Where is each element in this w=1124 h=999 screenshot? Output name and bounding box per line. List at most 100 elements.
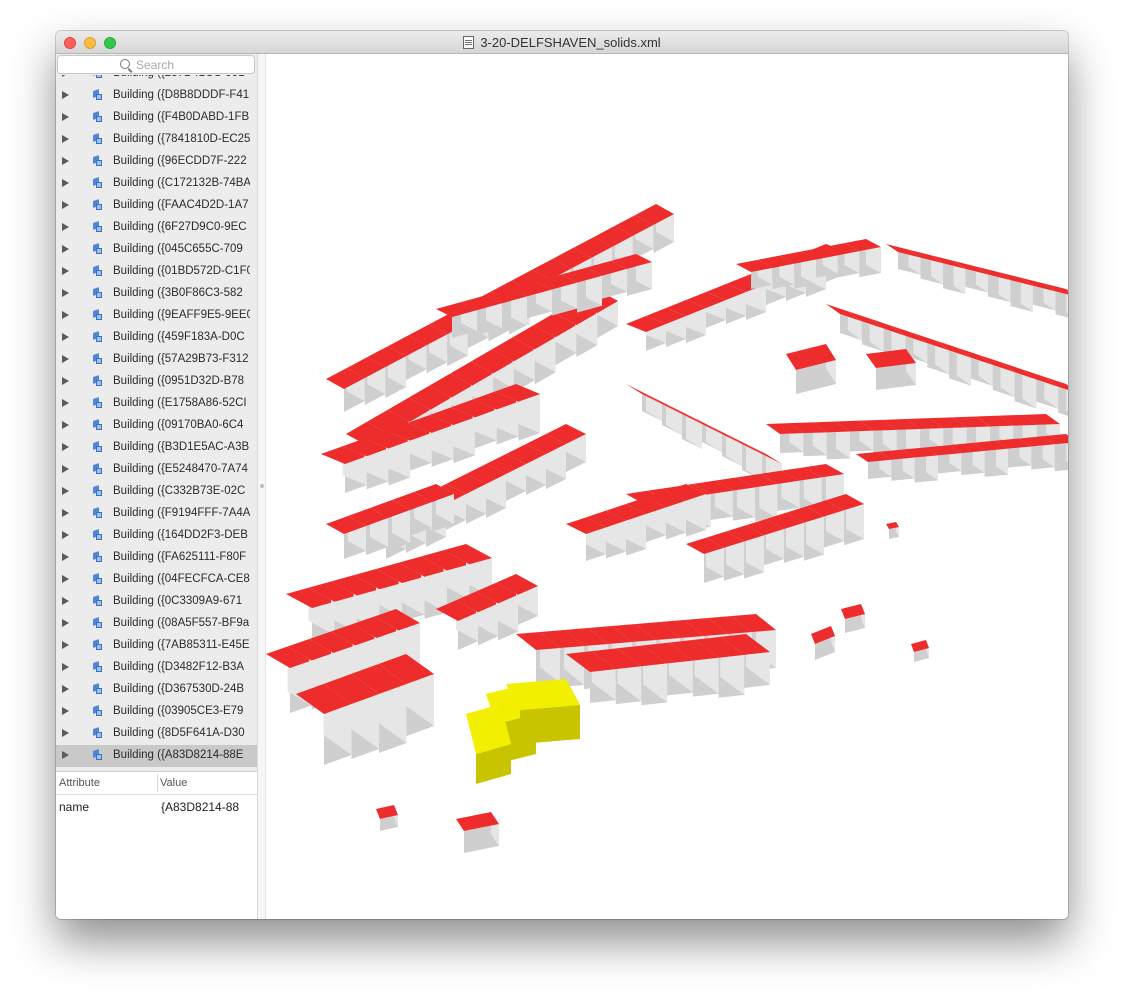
tree-item-building[interactable]: Building ({6F27D9C0-9EC — [56, 217, 257, 239]
tree-item-label: Building ({D8B8DDDF-F41 — [113, 89, 250, 101]
disclosure-triangle-icon[interactable] — [62, 729, 69, 737]
disclosure-triangle-icon[interactable] — [62, 619, 69, 627]
disclosure-triangle-icon[interactable] — [62, 663, 69, 671]
disclosure-triangle-icon[interactable] — [62, 531, 69, 539]
building-icon — [92, 332, 102, 343]
tree-item-building[interactable]: Building ({96ECDD7F-222 — [56, 151, 257, 173]
disclosure-triangle-icon[interactable] — [62, 707, 69, 715]
tree-item-building[interactable]: Building ({8D5F641A-D30 — [56, 723, 257, 745]
tree-item-building[interactable]: Building ({164DD2F3-DEB — [56, 525, 257, 547]
tree-item-building[interactable]: Building ({0C3309A9-671 — [56, 591, 257, 613]
disclosure-triangle-icon[interactable] — [62, 421, 69, 429]
tree-item-building[interactable]: Building ({3B0F86C3-582 — [56, 283, 257, 305]
disclosure-triangle-icon[interactable] — [62, 751, 69, 759]
3d-viewport[interactable] — [266, 54, 1068, 919]
disclosure-triangle-icon[interactable] — [62, 201, 69, 209]
disclosure-triangle-icon[interactable] — [62, 245, 69, 253]
disclosure-triangle-icon[interactable] — [62, 575, 69, 583]
tree-item-building[interactable]: Building ({045C655C-709 — [56, 239, 257, 261]
attribute-table: Attribute Value name {A83D8214-88 — [56, 771, 257, 919]
tree-item-label: Building ({01BD572D-C1F0 — [113, 265, 250, 277]
tree-item-label: Building ({04FECFCA-CE8 — [113, 573, 250, 585]
disclosure-triangle-icon[interactable] — [62, 465, 69, 473]
building-icon — [92, 266, 102, 277]
disclosure-triangle-icon[interactable] — [62, 355, 69, 363]
tree-item-label: Building ({6F27D9C0-9EC — [113, 221, 247, 233]
tree-item-building[interactable]: Building ({459F183A-D0C — [56, 327, 257, 349]
tree-item-building[interactable]: Building ({F9194FFF-7A4A — [56, 503, 257, 525]
tree-item-label: Building ({03905CE3-E79 — [113, 705, 244, 717]
disclosure-triangle-icon[interactable] — [62, 113, 69, 121]
disclosure-triangle-icon[interactable] — [62, 179, 69, 187]
search-input[interactable] — [136, 57, 246, 73]
tree-item-label: Building ({FA625111-F80F — [113, 551, 247, 563]
disclosure-triangle-icon[interactable] — [62, 75, 69, 77]
tree-item-building[interactable]: Building ({A83D8214-88E — [56, 745, 257, 767]
disclosure-triangle-icon[interactable] — [62, 641, 69, 649]
tree-item-label: Building ({E1758A86-52CI — [113, 397, 247, 409]
building-icon — [92, 200, 102, 211]
tree-item-building[interactable]: Building ({09170BA0-6C4 — [56, 415, 257, 437]
building-icon — [92, 288, 102, 299]
tree-item-building[interactable]: Building ({FAAC4D2D-1A7 — [56, 195, 257, 217]
tree-item-label: Building ({D3482F12-B3A — [113, 661, 245, 673]
disclosure-triangle-icon[interactable] — [62, 311, 69, 319]
tree-item-building[interactable]: Building ({57A29B73-F312 — [56, 349, 257, 371]
attribute-row[interactable]: name {A83D8214-88 — [56, 795, 257, 817]
split-view-divider[interactable] — [257, 54, 266, 919]
disclosure-triangle-icon[interactable] — [62, 487, 69, 495]
tree-item-building[interactable]: Building ({237D41CC-991 — [56, 75, 257, 85]
tree-item-building[interactable]: Building ({D367530D-24B — [56, 679, 257, 701]
tree-item-label: Building ({8D5F641A-D30 — [113, 727, 245, 739]
disclosure-triangle-icon[interactable] — [62, 509, 69, 517]
tree-item-building[interactable]: Building ({D8B8DDDF-F41 — [56, 85, 257, 107]
tree-item-building[interactable]: Building ({0951D32D-B78 — [56, 371, 257, 393]
city-model-render[interactable] — [266, 54, 1068, 919]
building-icon — [92, 398, 102, 409]
disclosure-triangle-icon[interactable] — [62, 399, 69, 407]
tree-item-label: Building ({9EAFF9E5-9EE0 — [113, 309, 250, 321]
window-title: 3-20-DELFSHAVEN_solids.xml — [56, 31, 1068, 54]
tree-item-building[interactable]: Building ({7AB85311-E45E — [56, 635, 257, 657]
tree-item-building[interactable]: Building ({C332B73E-02C — [56, 481, 257, 503]
tree-item-label: Building ({3B0F86C3-582 — [113, 287, 243, 299]
search-field[interactable] — [57, 55, 255, 74]
tree-item-building[interactable]: Building ({F4B0DABD-1FB — [56, 107, 257, 129]
building-icon — [92, 596, 102, 607]
tree-item-building[interactable]: Building ({D3482F12-B3A — [56, 657, 257, 679]
disclosure-triangle-icon[interactable] — [62, 333, 69, 341]
disclosure-triangle-icon[interactable] — [62, 685, 69, 693]
attribute-column-header[interactable]: Attribute — [59, 777, 100, 789]
building-icon — [92, 552, 102, 563]
tree-item-label: Building ({96ECDD7F-222 — [113, 155, 247, 167]
tree-item-building[interactable]: Building ({04FECFCA-CE8 — [56, 569, 257, 591]
disclosure-triangle-icon[interactable] — [62, 553, 69, 561]
tree-item-building[interactable]: Building ({FA625111-F80F — [56, 547, 257, 569]
attribute-key: name — [59, 800, 90, 814]
tree-item-building[interactable]: Building ({7841810D-EC25 — [56, 129, 257, 151]
tree-item-building[interactable]: Building ({B3D1E5AC-A3B — [56, 437, 257, 459]
tree-item-label: Building ({237D41CC-991 — [113, 75, 250, 79]
tree-item-building[interactable]: Building ({03905CE3-E79 — [56, 701, 257, 723]
disclosure-triangle-icon[interactable] — [62, 597, 69, 605]
disclosure-triangle-icon[interactable] — [62, 223, 69, 231]
object-tree[interactable]: Building ({237D41CC-991 Building ({D8B8DD… — [56, 75, 257, 771]
tree-item-building[interactable]: Building ({08A5F557-BF9a — [56, 613, 257, 635]
tree-item-label: Building ({045C655C-709 — [113, 243, 243, 255]
disclosure-triangle-icon[interactable] — [62, 289, 69, 297]
building-icon — [92, 750, 102, 761]
tree-item-building[interactable]: Building ({E5248470-7A74 — [56, 459, 257, 481]
building-icon — [92, 684, 102, 695]
disclosure-triangle-icon[interactable] — [62, 135, 69, 143]
disclosure-triangle-icon[interactable] — [62, 377, 69, 385]
tree-item-building[interactable]: Building ({C172132B-74BA — [56, 173, 257, 195]
value-column-header[interactable]: Value — [160, 777, 187, 789]
tree-item-building[interactable]: Building ({E1758A86-52CI — [56, 393, 257, 415]
tree-item-building[interactable]: Building ({01BD572D-C1F0 — [56, 261, 257, 283]
tree-item-building[interactable]: Building ({9EAFF9E5-9EE0 — [56, 305, 257, 327]
tree-item-label: Building ({B3D1E5AC-A3B — [113, 441, 250, 453]
disclosure-triangle-icon[interactable] — [62, 267, 69, 275]
disclosure-triangle-icon[interactable] — [62, 91, 69, 99]
disclosure-triangle-icon[interactable] — [62, 157, 69, 165]
disclosure-triangle-icon[interactable] — [62, 443, 69, 451]
